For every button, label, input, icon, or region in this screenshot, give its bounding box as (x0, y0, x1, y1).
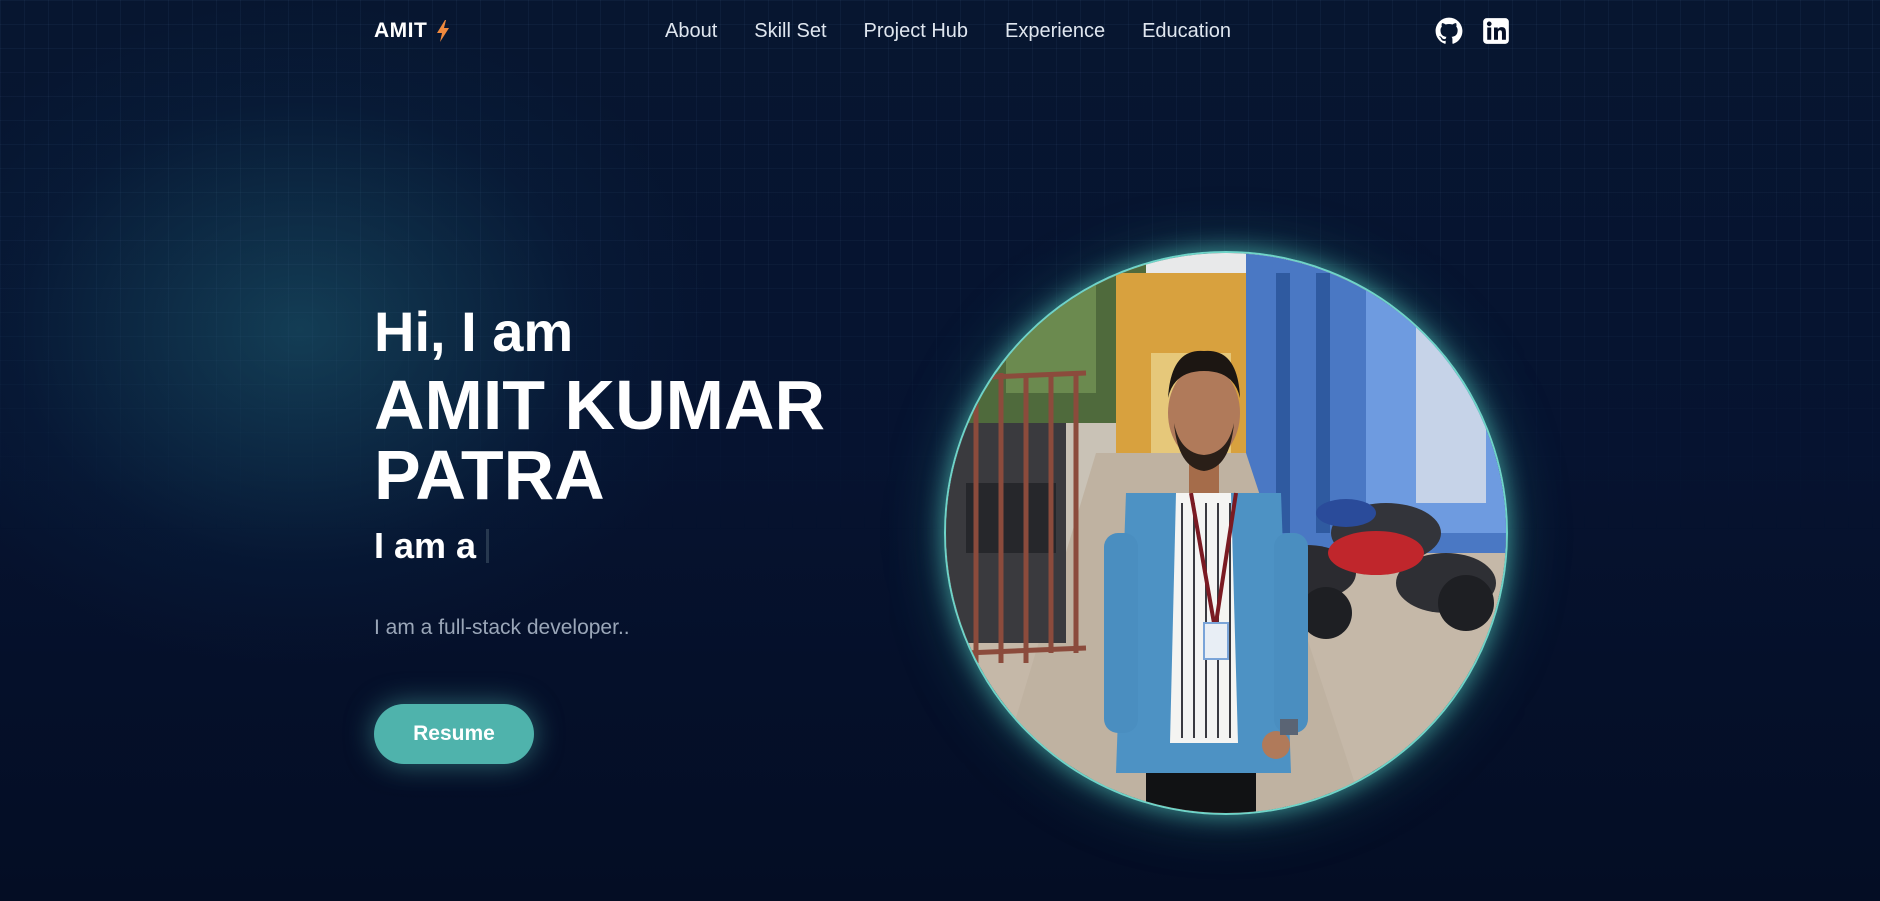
hero-name: AMIT KUMAR PATRA (374, 366, 826, 514)
typing-caret (486, 529, 490, 563)
nav-link-education[interactable]: Education (1142, 20, 1231, 43)
profile-photo-illustration (946, 253, 1506, 813)
profile-photo (944, 251, 1508, 815)
nav-link-experience[interactable]: Experience (1005, 20, 1105, 43)
linkedin-icon[interactable] (1482, 17, 1510, 45)
main-menu: About Skill Set Project Hub Experience E… (665, 20, 1231, 43)
nav-link-project-hub[interactable]: Project Hub (864, 20, 969, 43)
hero-greeting: Hi, I am (374, 300, 574, 363)
hero-role-line: I am a (374, 526, 854, 566)
role-prefix: I am a (374, 525, 477, 566)
brand-name: AMIT (374, 19, 428, 42)
grid-overlay (0, 0, 1880, 901)
nav-link-about[interactable]: About (665, 20, 717, 43)
top-navbar: AMIT About Skill Set Project Hub Experie… (0, 0, 1880, 66)
social-links (1435, 17, 1510, 45)
hero-intro: Hi, I am AMIT KUMAR PATRA I am a I am a … (374, 300, 854, 640)
hero-description: I am a full-stack developer.. (374, 616, 630, 639)
nav-link-skill-set[interactable]: Skill Set (754, 20, 826, 43)
resume-button[interactable]: Resume (374, 704, 534, 764)
brand-logo[interactable]: AMIT (374, 19, 451, 43)
lightning-bolt-icon (437, 20, 450, 42)
github-icon[interactable] (1435, 17, 1463, 45)
